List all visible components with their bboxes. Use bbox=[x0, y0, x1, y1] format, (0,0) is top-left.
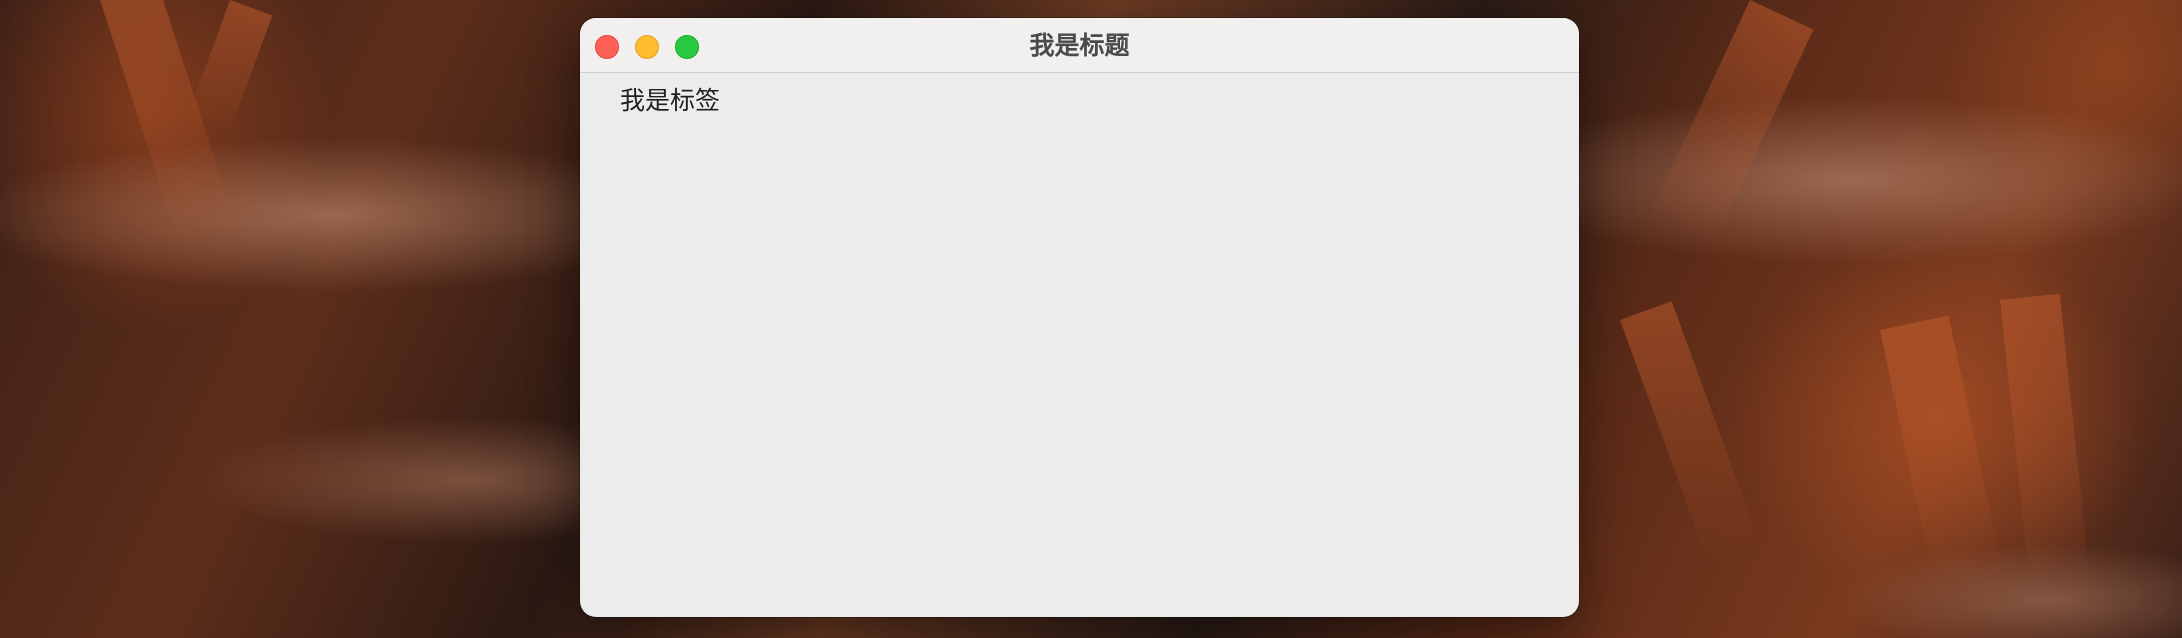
window-content: 我是标签 bbox=[580, 73, 1579, 617]
text-label: 我是标签 bbox=[620, 86, 721, 115]
window-titlebar[interactable]: 我是标题 bbox=[580, 18, 1579, 73]
wallpaper-ridge bbox=[1648, 0, 1814, 248]
wallpaper-ridge bbox=[185, 0, 273, 138]
wallpaper-ridge bbox=[1620, 301, 1761, 565]
app-window: 我是标题 我是标签 bbox=[580, 18, 1579, 617]
wallpaper-ridge bbox=[1880, 315, 2003, 585]
wallpaper-ridge bbox=[2000, 293, 2092, 599]
window-title: 我是标题 bbox=[1029, 31, 1130, 60]
